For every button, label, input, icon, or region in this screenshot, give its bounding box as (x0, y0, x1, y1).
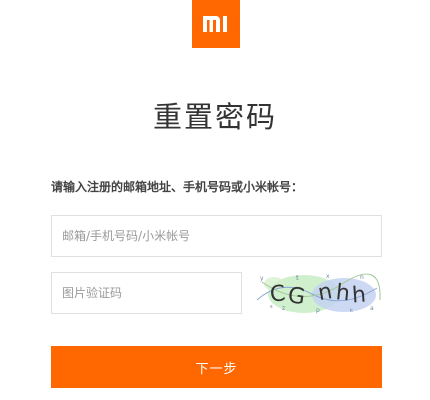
svg-text:y: y (260, 275, 264, 282)
svg-text:p: p (316, 307, 320, 314)
svg-text:n: n (360, 274, 364, 281)
next-button[interactable]: 下一步 (51, 346, 382, 388)
svg-text:k: k (350, 308, 353, 314)
svg-text:t: t (296, 274, 299, 282)
svg-text:a: a (370, 305, 374, 312)
svg-text:C: C (269, 281, 287, 307)
mi-logo-icon (203, 16, 227, 32)
svg-text:h: h (351, 283, 367, 309)
svg-text:G: G (286, 283, 306, 310)
page-title: 重置密码 (152, 100, 277, 134)
captcha-input[interactable] (51, 272, 242, 314)
account-input[interactable] (51, 215, 382, 257)
instruction-label: 请输入注册的邮箱地址、手机号码或小米帐号： (51, 180, 304, 194)
captcha-image[interactable]: y z t x n a p s k C G n h h (252, 270, 382, 314)
xiaomi-logo (192, 0, 240, 48)
svg-text:h: h (335, 280, 351, 306)
